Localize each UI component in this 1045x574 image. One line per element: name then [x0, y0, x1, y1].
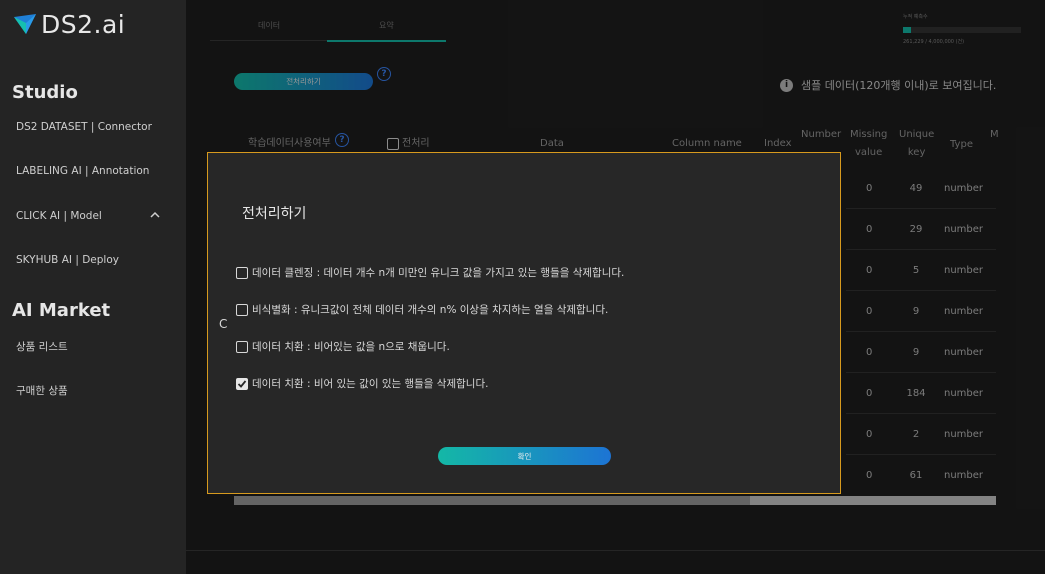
preprocess-option[interactable]: 비식별화 : 유니크값이 전체 데이터 개수의 n% 이상을 차지하는 열을 삭…	[236, 302, 608, 317]
checkbox[interactable]	[236, 303, 248, 316]
modal-title: 전처리하기	[242, 206, 307, 222]
sidebar-item-ds2-dataset[interactable]: DS2 DATASET | Connector	[16, 121, 152, 133]
stray-text: C	[219, 317, 228, 331]
sidebar-item-purchased[interactable]: 구매한 상품	[16, 383, 68, 398]
sidebar-item-click-ai[interactable]: CLICK AI | Model	[16, 210, 102, 222]
checkbox-checked[interactable]	[236, 377, 248, 390]
check-icon	[237, 379, 247, 388]
sidebar: DS2.ai Studio DS2 DATASET | Connector LA…	[0, 0, 186, 574]
preprocess-modal: 전처리하기 데이터 클렌징 : 데이터 개수 n개 미만인 유니크 값을 가지고…	[207, 152, 841, 494]
logo-text: DS2.ai	[41, 10, 126, 39]
chevron-up-icon[interactable]	[150, 210, 160, 220]
checkbox[interactable]	[236, 340, 248, 353]
preprocess-option-label: 데이터 클렌징 : 데이터 개수 n개 미만인 유니크 값을 가지고 있는 행들…	[252, 267, 625, 279]
checkbox[interactable]	[236, 266, 248, 279]
preprocess-option-label: 데이터 치환 : 비어있는 값을 n으로 채웁니다.	[252, 341, 450, 353]
ai-market-section-title: AI Market	[12, 300, 111, 321]
preprocess-option[interactable]: 데이터 치환 : 비어있는 값을 n으로 채웁니다.	[236, 339, 450, 354]
preprocess-option[interactable]: 데이터 치환 : 비어 있는 값이 있는 행들을 삭제합니다.	[236, 376, 488, 391]
preprocess-option-label: 데이터 치환 : 비어 있는 값이 있는 행들을 삭제합니다.	[252, 378, 489, 390]
preprocess-option-label: 비식별화 : 유니크값이 전체 데이터 개수의 n% 이상을 차지하는 열을 삭…	[252, 304, 609, 316]
sidebar-item-labeling-ai[interactable]: LABELING AI | Annotation	[16, 165, 149, 177]
preprocess-option[interactable]: 데이터 클렌징 : 데이터 개수 n개 미만인 유니크 값을 가지고 있는 행들…	[236, 265, 624, 280]
confirm-button[interactable]: 확인	[438, 447, 611, 465]
studio-section-title: Studio	[12, 82, 78, 103]
ds2-logo-icon	[14, 13, 36, 34]
logo[interactable]: DS2.ai	[12, 10, 125, 39]
sidebar-item-product-list[interactable]: 상품 리스트	[16, 339, 68, 354]
sidebar-item-skyhub-ai[interactable]: SKYHUB AI | Deploy	[16, 254, 119, 266]
